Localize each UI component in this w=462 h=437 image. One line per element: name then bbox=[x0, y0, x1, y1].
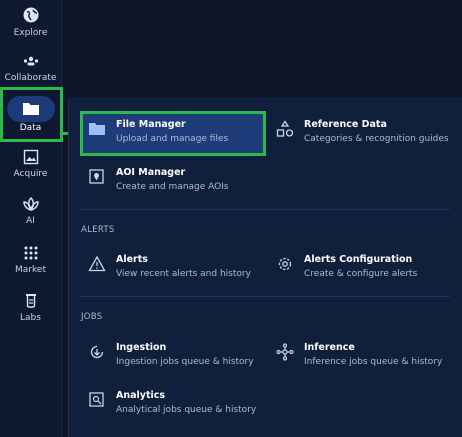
network-icon bbox=[276, 343, 294, 361]
sidebar-item-label: Explore bbox=[13, 28, 48, 38]
divider bbox=[80, 209, 450, 210]
highlight-data bbox=[0, 87, 63, 142]
sidebar: Explore Collaborate Data Acquire AI Mark… bbox=[0, 0, 62, 437]
users-icon bbox=[23, 56, 38, 66]
section-label-alerts: ALERTS bbox=[81, 225, 115, 235]
sidebar-item-label: Acquire bbox=[13, 169, 48, 179]
section-label-jobs: JOBS bbox=[81, 312, 103, 322]
sidebar-item-label: Collaborate bbox=[4, 73, 57, 83]
menu-item-title: Alerts bbox=[116, 254, 148, 265]
map-pin-icon bbox=[89, 169, 104, 184]
menu-item-subtitle: Create & configure alerts bbox=[304, 269, 418, 279]
menu-item-title: Inference bbox=[304, 342, 355, 353]
menu-item-title: Alerts Configuration bbox=[304, 254, 413, 265]
sidebar-item-acquire[interactable]: Acquire bbox=[0, 149, 61, 179]
grid-dots-icon bbox=[24, 246, 37, 260]
leaf-icon bbox=[22, 197, 39, 212]
menu-item-subtitle: Inference jobs queue & history bbox=[304, 357, 443, 367]
ingest-icon bbox=[90, 345, 104, 359]
menu-item-subtitle: Create and manage AOIs bbox=[116, 182, 229, 192]
divider bbox=[80, 296, 450, 297]
menu-item-analytics[interactable]: Analytics Analytical jobs queue & histor… bbox=[88, 390, 256, 416]
gear-icon bbox=[278, 257, 292, 271]
menu-item-subtitle: Analytical jobs queue & history bbox=[116, 405, 257, 415]
sidebar-item-label: Labs bbox=[20, 313, 41, 323]
sidebar-item-labs[interactable]: Labs bbox=[0, 293, 61, 323]
sidebar-item-label: Market bbox=[15, 265, 46, 275]
menu-item-subtitle: Categories & recognition guides bbox=[304, 134, 449, 144]
menu-item-subtitle: View recent alerts and history bbox=[116, 269, 251, 279]
warning-icon bbox=[88, 255, 106, 272]
analytics-icon bbox=[89, 392, 104, 407]
shapes-icon bbox=[276, 120, 294, 137]
menu-item-aoi-manager[interactable]: AOI Manager Create and manage AOIs bbox=[88, 167, 229, 193]
sidebar-item-collaborate[interactable]: Collaborate bbox=[0, 55, 61, 83]
sidebar-item-ai[interactable]: AI bbox=[0, 196, 61, 226]
menu-item-title: AOI Manager bbox=[116, 167, 186, 178]
image-icon bbox=[23, 149, 38, 165]
menu-item-reference-data[interactable]: Reference Data Categories & recognition … bbox=[276, 119, 449, 145]
globe-icon bbox=[23, 7, 38, 23]
menu-item-alerts[interactable]: Alerts View recent alerts and history bbox=[88, 254, 251, 280]
menu-item-subtitle: Ingestion jobs queue & history bbox=[116, 357, 254, 367]
highlight-file-manager bbox=[80, 111, 266, 156]
sidebar-item-explore[interactable]: Explore bbox=[0, 6, 61, 38]
menu-item-title: Ingestion bbox=[116, 342, 167, 353]
flask-icon bbox=[25, 294, 36, 308]
menu-item-alerts-configuration[interactable]: Alerts Configuration Create & configure … bbox=[276, 254, 417, 280]
menu-item-inference[interactable]: Inference Inference jobs queue & history bbox=[276, 342, 442, 368]
sidebar-item-market[interactable]: Market bbox=[0, 245, 61, 275]
sidebar-item-label: AI bbox=[26, 216, 35, 226]
menu-item-ingestion[interactable]: Ingestion Ingestion jobs queue & history bbox=[88, 342, 254, 368]
menu-item-title: Analytics bbox=[116, 390, 166, 401]
menu-item-title: Reference Data bbox=[304, 119, 387, 130]
